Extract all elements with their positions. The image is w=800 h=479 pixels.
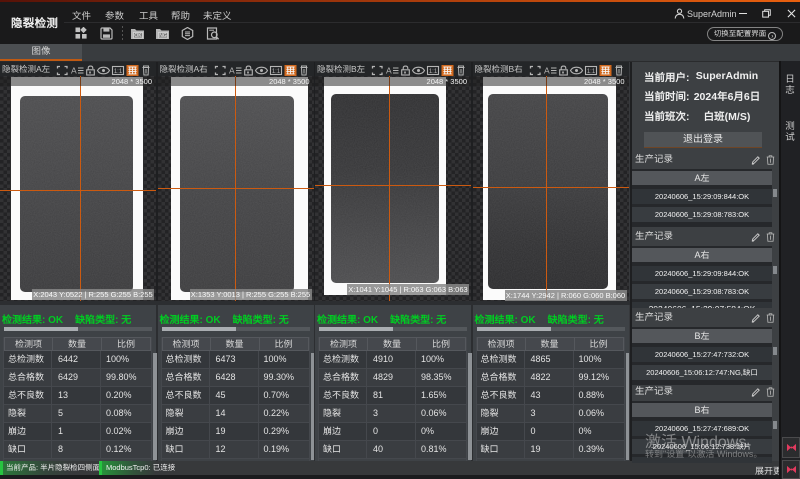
svg-text:A: A: [544, 65, 550, 75]
svg-text:NG: NG: [159, 33, 167, 39]
svg-text:A: A: [229, 65, 235, 75]
svg-text:A: A: [71, 65, 77, 75]
svg-text:1:1: 1:1: [271, 69, 280, 75]
svg-text:A: A: [386, 65, 392, 75]
svg-text:OK: OK: [134, 33, 142, 39]
svg-text:1:1: 1:1: [586, 69, 595, 75]
svg-text:1:1: 1:1: [114, 69, 123, 75]
svg-text:1:1: 1:1: [429, 69, 438, 75]
